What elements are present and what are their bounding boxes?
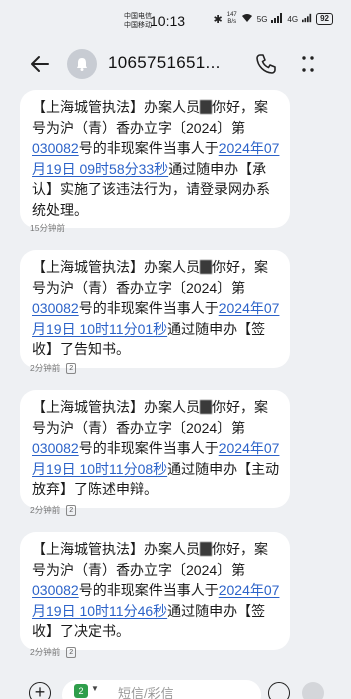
speed-unit: B/s — [227, 19, 237, 25]
message-time: 2分钟前 — [30, 505, 61, 515]
message-text: 号的非现案件当事人于 — [78, 582, 219, 598]
sim-badge: 2 — [66, 504, 77, 516]
arrow-left-icon — [31, 56, 49, 72]
status-bar: 中国电信 中国移动 10:13 ✱ 147 B/s 5G 4G 92 — [0, 0, 351, 44]
carrier-labels: 中国电信 中国移动 — [124, 12, 152, 30]
sim-badge: 2 — [66, 646, 77, 658]
avatar[interactable] — [67, 49, 97, 79]
redaction-mark — [200, 542, 212, 556]
back-button[interactable] — [28, 52, 52, 76]
add-attachment-button[interactable]: + — [29, 682, 51, 699]
battery-indicator: 92 — [316, 13, 333, 25]
bell-icon — [77, 58, 87, 71]
message-text: 【上海城管执法】办案人员 — [32, 541, 200, 557]
network-speed: 147 B/s — [227, 12, 237, 26]
message-bubble[interactable]: 【上海城管执法】办案人员 你好，案号为沪（青）香办立字〔2024〕第030082号… — [20, 532, 290, 650]
message-text: 【上海城管执法】办案人员 — [32, 259, 200, 275]
chevron-down-icon: ▼ — [91, 684, 99, 693]
wifi-icon — [241, 13, 253, 25]
plus-icon: + — [34, 682, 46, 699]
more-button[interactable] — [296, 52, 320, 76]
system-icons: ✱ 147 B/s 5G 4G 92 — [214, 12, 333, 26]
message-meta: 15分钟前 — [30, 222, 65, 234]
call-button[interactable] — [254, 52, 278, 76]
clock: 10:13 — [150, 13, 186, 29]
message-meta: 2分钟前 2 — [30, 362, 77, 374]
conversation-header: 1065751651... — [0, 44, 351, 86]
compose-bar: + 2 ▼ 短信/彩信 — [0, 676, 351, 699]
message-meta: 2分钟前 2 — [30, 504, 77, 516]
message-meta: 2分钟前 2 — [30, 646, 77, 658]
redaction-mark — [200, 100, 212, 114]
signal-5g-icon — [271, 13, 283, 25]
redaction-mark — [200, 260, 212, 274]
bluetooth-icon: ✱ — [213, 13, 223, 26]
input-placeholder: 短信/彩信 — [118, 686, 174, 699]
signal-4g-icon — [302, 13, 312, 25]
case-number-link[interactable]: 030082 — [32, 582, 79, 598]
carrier-2: 中国移动 — [124, 22, 152, 29]
redaction-mark — [200, 400, 212, 414]
network-type-4g: 4G — [287, 14, 299, 24]
send-button[interactable] — [302, 682, 324, 699]
message-time: 15分钟前 — [30, 223, 65, 233]
phone-icon — [256, 54, 276, 74]
message-text: 号的非现案件当事人于 — [78, 300, 219, 316]
case-number-link[interactable]: 030082 — [32, 300, 79, 316]
message-input[interactable]: 2 ▼ 短信/彩信 — [62, 680, 261, 699]
message-time: 2分钟前 — [30, 363, 61, 373]
message-bubble[interactable]: 【上海城管执法】办案人员 你好，案号为沪（青）香办立字〔2024〕第030082号… — [20, 390, 290, 508]
carrier-1: 中国电信 — [124, 13, 152, 20]
message-time: 2分钟前 — [30, 647, 61, 657]
emoji-button[interactable] — [268, 682, 290, 699]
message-text: 号的非现案件当事人于 — [78, 440, 219, 456]
more-dots-icon — [302, 56, 314, 72]
message-text: 号的非现案件当事人于 — [78, 140, 219, 156]
message-bubble[interactable]: 【上海城管执法】办案人员 你好，案号为沪（青）香办立字〔2024〕第030082号… — [20, 250, 290, 368]
message-text: 【上海城管执法】办案人员 — [32, 99, 200, 115]
contact-name[interactable]: 1065751651... — [108, 53, 221, 73]
network-type-5g: 5G — [256, 14, 268, 24]
speed-value: 147 — [226, 12, 237, 18]
messaging-screen: 中国电信 中国移动 10:13 ✱ 147 B/s 5G 4G 92 10657… — [0, 0, 351, 699]
case-number-link[interactable]: 030082 — [32, 140, 79, 156]
sim-selector[interactable]: 2 — [74, 684, 88, 698]
sim-badge: 2 — [66, 362, 77, 374]
message-bubble[interactable]: 【上海城管执法】办案人员 你好，案号为沪（青）香办立字〔2024〕第030082号… — [20, 90, 290, 228]
case-number-link[interactable]: 030082 — [32, 440, 79, 456]
message-text: 【上海城管执法】办案人员 — [32, 399, 200, 415]
